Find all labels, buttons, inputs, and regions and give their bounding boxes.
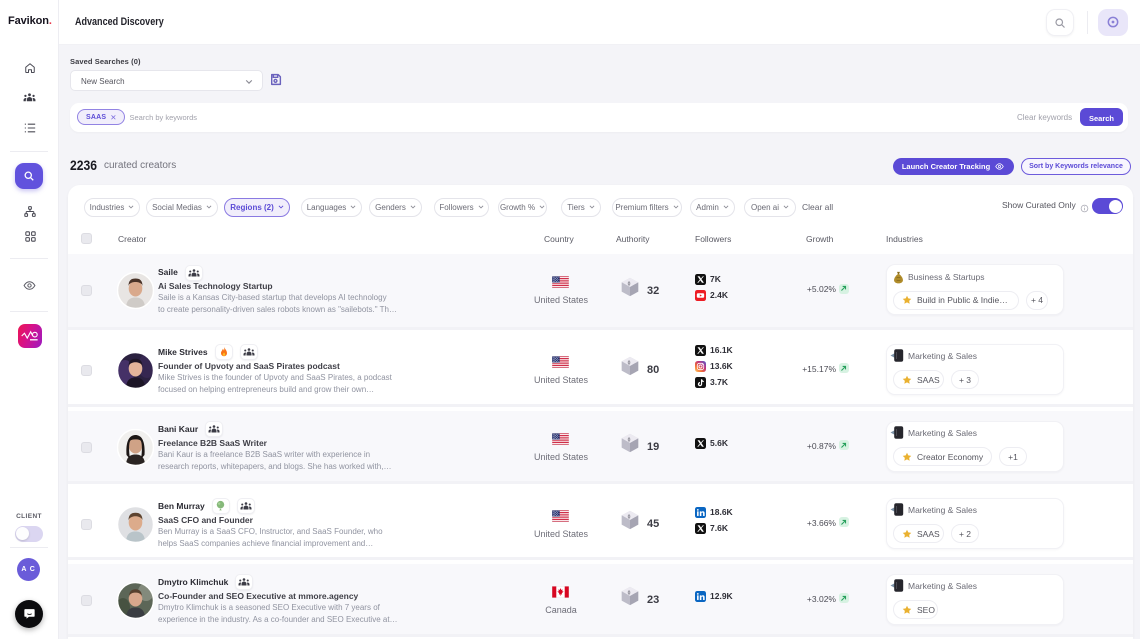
svg-text:0: 0 (627, 591, 630, 597)
svg-text:0: 0 (627, 515, 630, 521)
svg-text:0: 0 (627, 438, 630, 444)
svg-text:0: 0 (627, 281, 630, 287)
svg-text:0: 0 (627, 361, 630, 367)
